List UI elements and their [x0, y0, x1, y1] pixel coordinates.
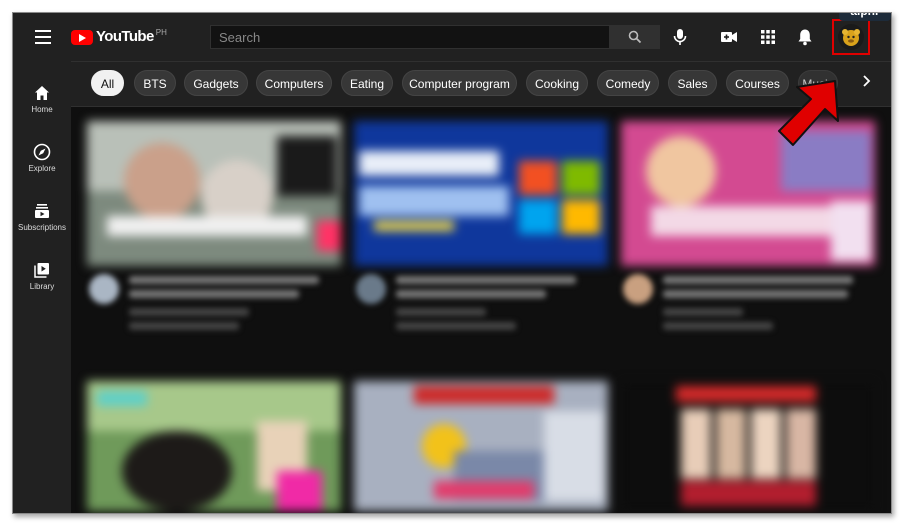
chip-computer-program[interactable]: Computer program: [402, 70, 517, 96]
mic-icon: [673, 29, 687, 45]
search-button[interactable]: [610, 25, 660, 49]
menu-icon[interactable]: [35, 30, 51, 44]
sidebar: Home Explore Subscriptions Library: [13, 61, 71, 513]
chip-eating[interactable]: Eating: [341, 70, 393, 96]
red-arrow-icon: [778, 80, 839, 146]
chip-gadgets[interactable]: Gadgets: [184, 70, 248, 96]
video-card[interactable]: [354, 121, 608, 346]
library-icon: [32, 260, 52, 280]
chip-computers[interactable]: Computers: [256, 70, 332, 96]
subscriptions-icon: [32, 201, 52, 221]
apps-button[interactable]: [758, 27, 778, 47]
sidebar-item-label: Subscriptions: [17, 223, 67, 232]
search-icon: [628, 30, 642, 44]
video-thumbnail[interactable]: [354, 121, 608, 266]
browser-frame: YouTube PH alphr: [12, 12, 892, 514]
chip-cooking[interactable]: Cooking: [526, 70, 588, 96]
video-meta: [87, 266, 341, 346]
chip-sales[interactable]: Sales: [668, 70, 717, 96]
search-box: [210, 25, 610, 49]
video-meta: [621, 266, 875, 346]
watermark: alphr: [839, 13, 891, 21]
top-bar: YouTube PH: [13, 13, 891, 61]
chevron-right-icon[interactable]: [861, 74, 877, 92]
video-thumbnail[interactable]: [621, 381, 875, 511]
mic-button[interactable]: [670, 27, 690, 47]
home-icon: [32, 83, 52, 103]
avatar-icon: [842, 29, 860, 46]
sidebar-item-subscriptions[interactable]: Subscriptions: [13, 191, 71, 241]
notifications-button[interactable]: [795, 27, 815, 47]
video-card[interactable]: [87, 121, 341, 346]
chip-bts[interactable]: BTS: [134, 70, 176, 96]
play-logo-icon: [71, 30, 93, 45]
sidebar-item-label: Explore: [28, 164, 56, 173]
sidebar-item-label: Library: [29, 282, 55, 291]
avatar: [838, 24, 864, 50]
video-thumbnail[interactable]: [354, 381, 608, 511]
create-button[interactable]: [719, 27, 739, 47]
bell-icon: [798, 29, 812, 46]
video-grid: [71, 107, 891, 513]
video-card[interactable]: [621, 121, 875, 346]
video-card[interactable]: [621, 381, 875, 511]
explore-icon: [32, 142, 52, 162]
apps-icon: [761, 30, 775, 44]
sidebar-item-library[interactable]: Library: [13, 250, 71, 300]
logo-text: YouTube: [96, 28, 154, 45]
sidebar-item-label: Home: [31, 105, 53, 114]
create-video-icon: [721, 32, 737, 42]
video-thumbnail[interactable]: [87, 381, 341, 511]
region-code: PH: [155, 28, 167, 37]
sidebar-item-explore[interactable]: Explore: [13, 132, 71, 182]
sidebar-item-home[interactable]: Home: [13, 73, 71, 123]
chip-all[interactable]: All: [91, 70, 124, 96]
filter-chips-bar: All BTS Gadgets Computers Eating Compute…: [71, 61, 891, 107]
search-input[interactable]: [211, 26, 607, 48]
video-card[interactable]: [87, 381, 341, 511]
video-meta: [354, 266, 608, 346]
chip-comedy[interactable]: Comedy: [597, 70, 659, 96]
video-thumbnail[interactable]: [87, 121, 341, 266]
video-card[interactable]: [354, 381, 608, 511]
youtube-logo[interactable]: YouTube PH: [71, 27, 167, 47]
account-avatar-button[interactable]: [832, 19, 870, 55]
